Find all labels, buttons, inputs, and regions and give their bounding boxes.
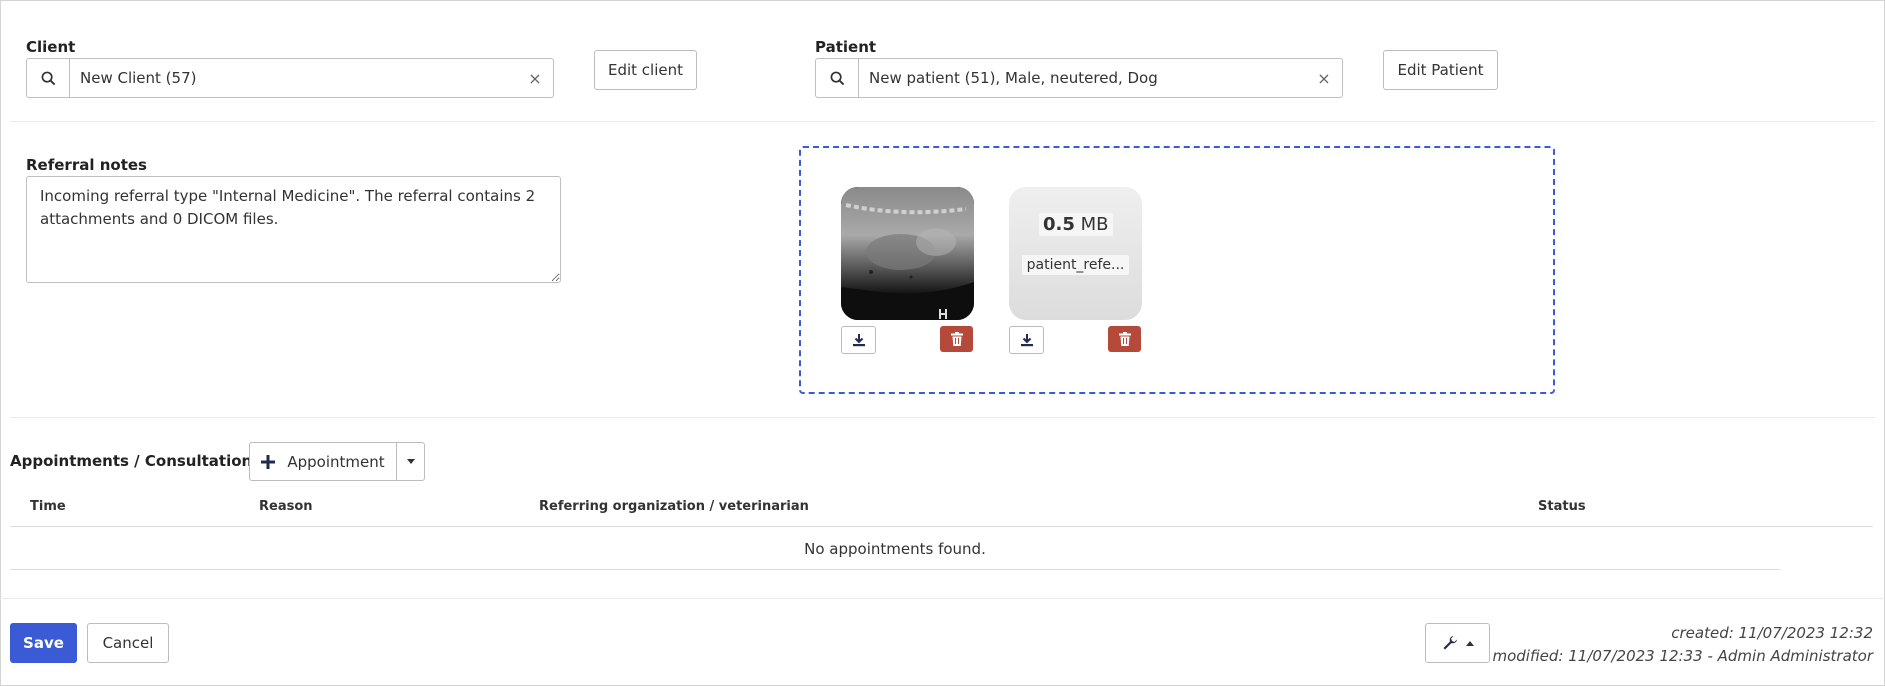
appointment-dropdown-button[interactable] (396, 442, 425, 481)
referral-notes-label: Referral notes (26, 156, 147, 174)
tools-dropdown-button[interactable] (1425, 623, 1490, 663)
empty-table-message: No appointments found. (804, 539, 986, 558)
delete-attachment-button[interactable] (940, 326, 973, 352)
appointments-title: Appointments / Consultation (10, 452, 253, 470)
divider (0, 598, 1885, 599)
search-icon (27, 59, 70, 97)
search-icon (816, 59, 859, 97)
trash-icon (1118, 332, 1131, 346)
add-appointment-button[interactable]: Appointment (249, 442, 397, 481)
delete-attachment-button[interactable] (1108, 326, 1141, 352)
file-name: patient_refe... (1022, 255, 1129, 275)
column-referring[interactable]: Referring organization / veterinarian (539, 499, 809, 514)
clear-client-icon[interactable]: × (517, 69, 553, 88)
save-button[interactable]: Save (10, 623, 77, 663)
patient-value: New patient (51), Male, neutered, Dog (869, 69, 1158, 87)
client-label: Client (26, 38, 76, 56)
client-value: New Client (57) (80, 69, 197, 87)
table-row-border (10, 569, 1780, 570)
column-status[interactable]: Status (1538, 499, 1586, 514)
clear-patient-icon[interactable]: × (1306, 69, 1342, 88)
file-size-unit: MB (1080, 214, 1109, 235)
xray-thumbnail[interactable] (841, 187, 974, 320)
edit-client-button[interactable]: Edit client (594, 50, 697, 90)
client-search-field[interactable]: New Client (57) × (26, 58, 554, 98)
attachment-dropzone[interactable]: 0.5 MB patient_refe... (799, 146, 1555, 394)
created-timestamp: created: 11/07/2023 12:32 (1671, 624, 1873, 642)
column-reason[interactable]: Reason (259, 499, 313, 514)
referral-notes-textarea[interactable]: Incoming referral type "Internal Medicin… (26, 176, 561, 283)
edit-patient-button[interactable]: Edit Patient (1383, 50, 1498, 90)
file-thumbnail[interactable]: 0.5 MB patient_refe... (1009, 187, 1142, 320)
add-appointment-label: Appointment (287, 452, 385, 471)
column-time[interactable]: Time (30, 499, 66, 514)
cancel-button[interactable]: Cancel (87, 623, 169, 663)
modified-timestamp: modified: 11/07/2023 12:33 - Admin Admin… (1492, 647, 1874, 665)
caret-up-icon (1465, 640, 1474, 646)
patient-label: Patient (815, 38, 877, 56)
file-size-value: 0.5 (1043, 214, 1075, 235)
caret-down-icon (406, 459, 415, 464)
download-attachment-button[interactable] (841, 326, 876, 354)
patient-search-field[interactable]: New patient (51), Male, neutered, Dog × (815, 58, 1343, 98)
divider (10, 417, 1875, 418)
trash-icon (950, 332, 963, 346)
download-attachment-button[interactable] (1009, 326, 1044, 354)
download-icon (1020, 334, 1033, 347)
download-icon (852, 334, 865, 347)
wrench-icon (1443, 636, 1457, 650)
file-size: 0.5 MB (1039, 213, 1113, 236)
divider (10, 121, 1875, 122)
plus-icon (261, 454, 276, 469)
